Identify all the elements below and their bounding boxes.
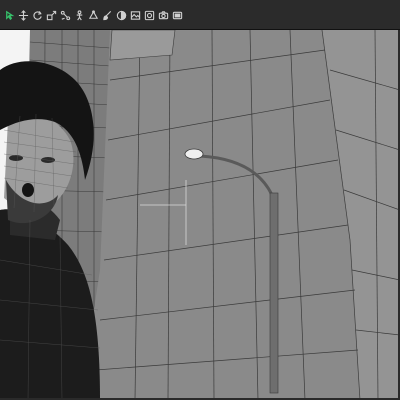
render-icon[interactable] xyxy=(143,9,155,21)
camera-icon[interactable] xyxy=(157,9,169,21)
universal-select-icon[interactable] xyxy=(3,9,15,21)
rotate-icon[interactable] xyxy=(31,9,43,21)
viewport-scene xyxy=(0,30,400,400)
geometry-edit-icon[interactable] xyxy=(87,9,99,21)
tool-strip xyxy=(3,9,183,25)
3d-viewport[interactable] xyxy=(0,30,400,400)
move-icon[interactable] xyxy=(17,9,29,21)
surface-brush-icon[interactable] xyxy=(101,9,113,21)
figure-icon[interactable] xyxy=(73,9,85,21)
joint-edit-icon[interactable] xyxy=(59,9,71,21)
scene-toolbar xyxy=(0,0,400,30)
image-region-icon[interactable] xyxy=(129,9,141,21)
camera-preview-icon[interactable] xyxy=(171,9,183,21)
main-building xyxy=(80,30,400,400)
scale-icon[interactable] xyxy=(45,9,57,21)
node-weight-icon[interactable] xyxy=(115,9,127,21)
